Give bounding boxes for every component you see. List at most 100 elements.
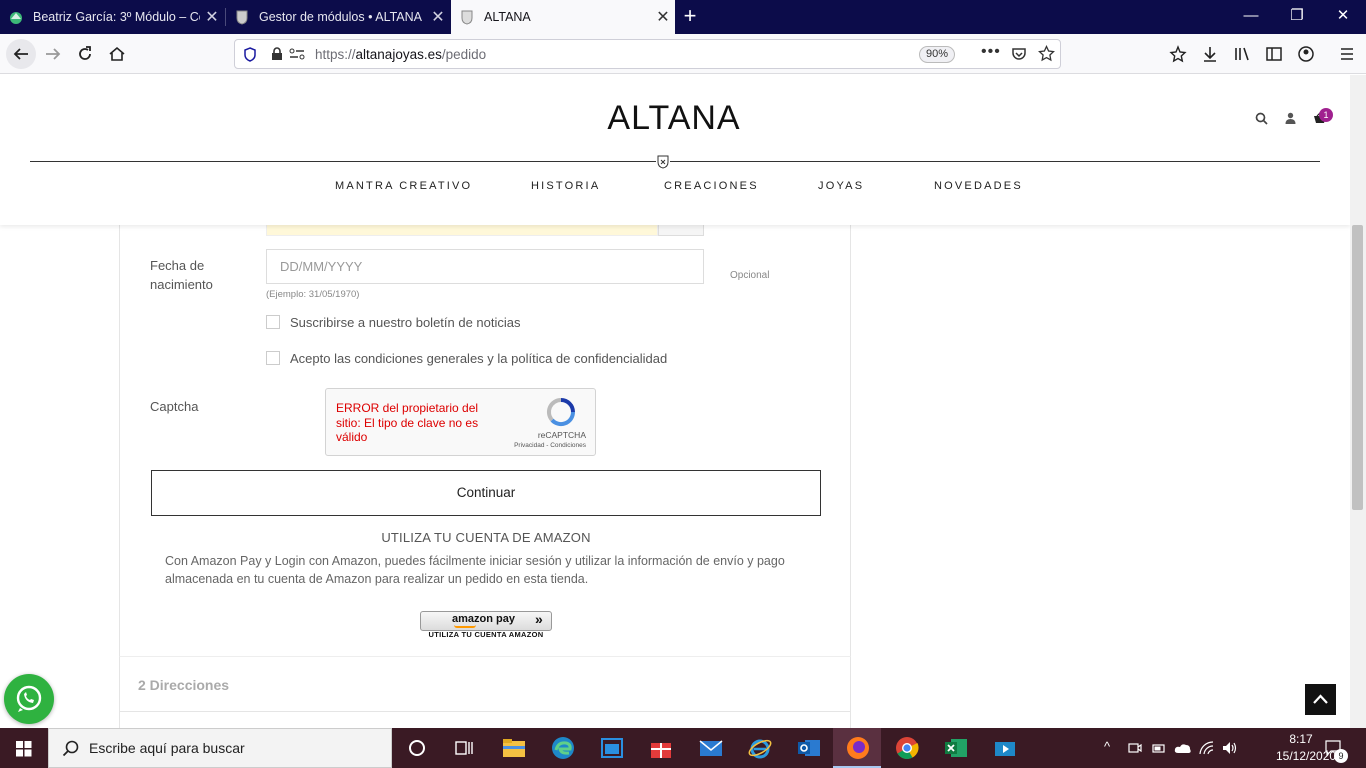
close-window-button[interactable]: ✕ (1320, 0, 1366, 34)
arrow-right-icon (46, 48, 61, 60)
sidebar-button[interactable] (1259, 39, 1289, 69)
optional-label: Opcional (730, 270, 770, 281)
wifi-icon[interactable] (1199, 741, 1215, 755)
video-app-icon[interactable] (991, 734, 1019, 762)
url-text[interactable]: https://altanajoyas.es/pedido (315, 47, 486, 62)
menu-novedades[interactable]: NOVEDADES (934, 180, 1023, 192)
close-tab-icon[interactable]: ✕ (200, 7, 224, 27)
excel-icon[interactable] (942, 734, 970, 762)
terms-checkbox[interactable] (266, 351, 280, 365)
site-logo[interactable]: ALTANA (0, 99, 1348, 138)
tab-beatriz[interactable]: Beatriz García: 3º Módulo – Cor ✕ (0, 0, 224, 34)
recaptcha-brand: reCAPTCHA (537, 430, 586, 440)
amazon-pay-button[interactable]: amazon pay » (420, 611, 552, 631)
bookmark-star-icon[interactable] (1038, 45, 1055, 62)
reload-button[interactable] (70, 39, 100, 69)
birthdate-label: Fecha de nacimiento (150, 258, 213, 292)
url-bar[interactable]: https://altanajoyas.es/pedido 90% ••• (234, 39, 1061, 69)
windows-logo-icon (16, 741, 32, 757)
amazon-description: Con Amazon Pay y Login con Amazon, puede… (165, 554, 785, 586)
recaptcha-links[interactable]: Privacidad - Condiciones (486, 442, 586, 449)
cortana-icon[interactable] (403, 734, 431, 762)
newsletter-label[interactable]: Suscribirse a nuestro boletín de noticia… (290, 313, 521, 332)
browser-nav-bar: https://altanajoyas.es/pedido 90% ••• (0, 34, 1366, 74)
menu-mantra-creativo[interactable]: MANTRA CREATIVO (335, 180, 472, 192)
meet-now-icon[interactable] (1128, 741, 1142, 755)
altana-crest-favicon-icon (461, 10, 473, 25)
tray-chevron-icon[interactable]: ^ (1104, 739, 1110, 754)
search-icon[interactable] (1255, 112, 1268, 125)
birthdate-hint: (Ejemplo: 31/05/1970) (266, 289, 360, 300)
altana-crest-favicon-icon (236, 10, 248, 25)
menu-historia[interactable]: HISTORIA (531, 180, 600, 192)
sidebar-icon (1266, 47, 1282, 61)
volume-icon[interactable] (1222, 741, 1238, 755)
whatsapp-button[interactable] (4, 674, 54, 724)
scrollbar-thumb[interactable] (1352, 225, 1363, 510)
shield-icon[interactable] (243, 47, 257, 62)
birthdate-input[interactable]: DD/MM/YYYY (266, 249, 704, 284)
file-explorer-icon[interactable] (500, 734, 528, 762)
recaptcha-logo-icon (546, 397, 576, 427)
step-addresses[interactable]: 2 Direcciones (119, 656, 851, 712)
terms-label[interactable]: Acepto las condiciones generales y la po… (290, 349, 667, 368)
captcha-label: Captcha (150, 399, 199, 414)
forward-button[interactable] (38, 39, 68, 69)
outlook-icon[interactable] (795, 734, 823, 762)
permissions-icon[interactable] (289, 48, 305, 60)
internet-explorer-icon[interactable] (746, 734, 774, 762)
onedrive-cloud-icon[interactable] (1174, 741, 1192, 755)
download-icon (1204, 47, 1216, 62)
cart-count-badge: 1 (1319, 108, 1333, 122)
double-chevron-icon: » (535, 611, 543, 627)
continue-button[interactable]: Continuar (151, 470, 821, 516)
menu-button[interactable] (1332, 39, 1362, 69)
new-tab-button[interactable]: + (676, 4, 704, 30)
task-view-icon[interactable] (450, 734, 478, 762)
hamburger-icon (1341, 48, 1353, 60)
store-icon[interactable] (598, 734, 626, 762)
recaptcha-widget[interactable]: ERROR del propietario del sitio: El tipo… (325, 388, 596, 456)
page-actions-icon[interactable]: ••• (981, 43, 1001, 61)
edge-icon[interactable] (549, 734, 577, 762)
chrome-icon[interactable] (893, 734, 921, 762)
notification-count-badge: 9 (1334, 749, 1348, 763)
firefox-icon[interactable] (844, 734, 872, 762)
header-divider (30, 161, 1320, 162)
amazon-pay-subtitle: UTILIZA TU CUENTA AMAZON (428, 630, 544, 639)
newsletter-checkbox[interactable] (266, 315, 280, 329)
library-button[interactable] (1227, 39, 1257, 69)
lock-icon[interactable] (271, 47, 283, 61)
account-button[interactable] (1291, 39, 1321, 69)
web-page: Fecha de nacimiento DD/MM/YYYY (Ejemplo:… (0, 75, 1350, 728)
library-star-button[interactable] (1163, 39, 1193, 69)
tab-gestor-modulos[interactable]: Gestor de módulos • ALTANA ✕ (226, 0, 450, 34)
start-button[interactable] (0, 728, 48, 768)
clock-time[interactable]: 8:17 (1276, 732, 1326, 746)
taskbar-search-box[interactable]: Escribe aquí para buscar (48, 728, 392, 768)
restore-button[interactable]: ❐ (1274, 0, 1320, 34)
battery-icon[interactable] (1152, 741, 1166, 755)
user-icon[interactable] (1285, 112, 1296, 124)
minimize-button[interactable]: — (1228, 0, 1274, 34)
downloads-button[interactable] (1195, 39, 1225, 69)
home-button[interactable] (102, 39, 132, 69)
scroll-to-top-button[interactable] (1305, 684, 1336, 715)
menu-joyas[interactable]: JOYAS (818, 180, 864, 192)
amazon-smile-icon (454, 625, 476, 628)
account-icon (1298, 46, 1314, 62)
gift-app-icon[interactable] (647, 734, 675, 762)
menu-creaciones[interactable]: CREACIONES (664, 180, 759, 192)
pocket-icon[interactable] (1011, 46, 1027, 62)
close-tab-icon[interactable]: ✕ (651, 7, 675, 27)
zoom-indicator[interactable]: 90% (919, 46, 955, 63)
windows-taskbar: Escribe aquí para buscar ^ 8:17 15/12/20… (0, 728, 1366, 768)
browser-tab-bar: Beatriz García: 3º Módulo – Cor ✕ Gestor… (0, 0, 1366, 34)
close-tab-icon[interactable]: ✕ (426, 7, 450, 27)
collections-icon (1169, 45, 1187, 63)
home-icon (109, 46, 125, 61)
tab-altana[interactable]: ALTANA ✕ (451, 0, 675, 34)
back-button[interactable] (6, 39, 36, 69)
mail-icon[interactable] (697, 734, 725, 762)
library-icon (1235, 47, 1249, 61)
